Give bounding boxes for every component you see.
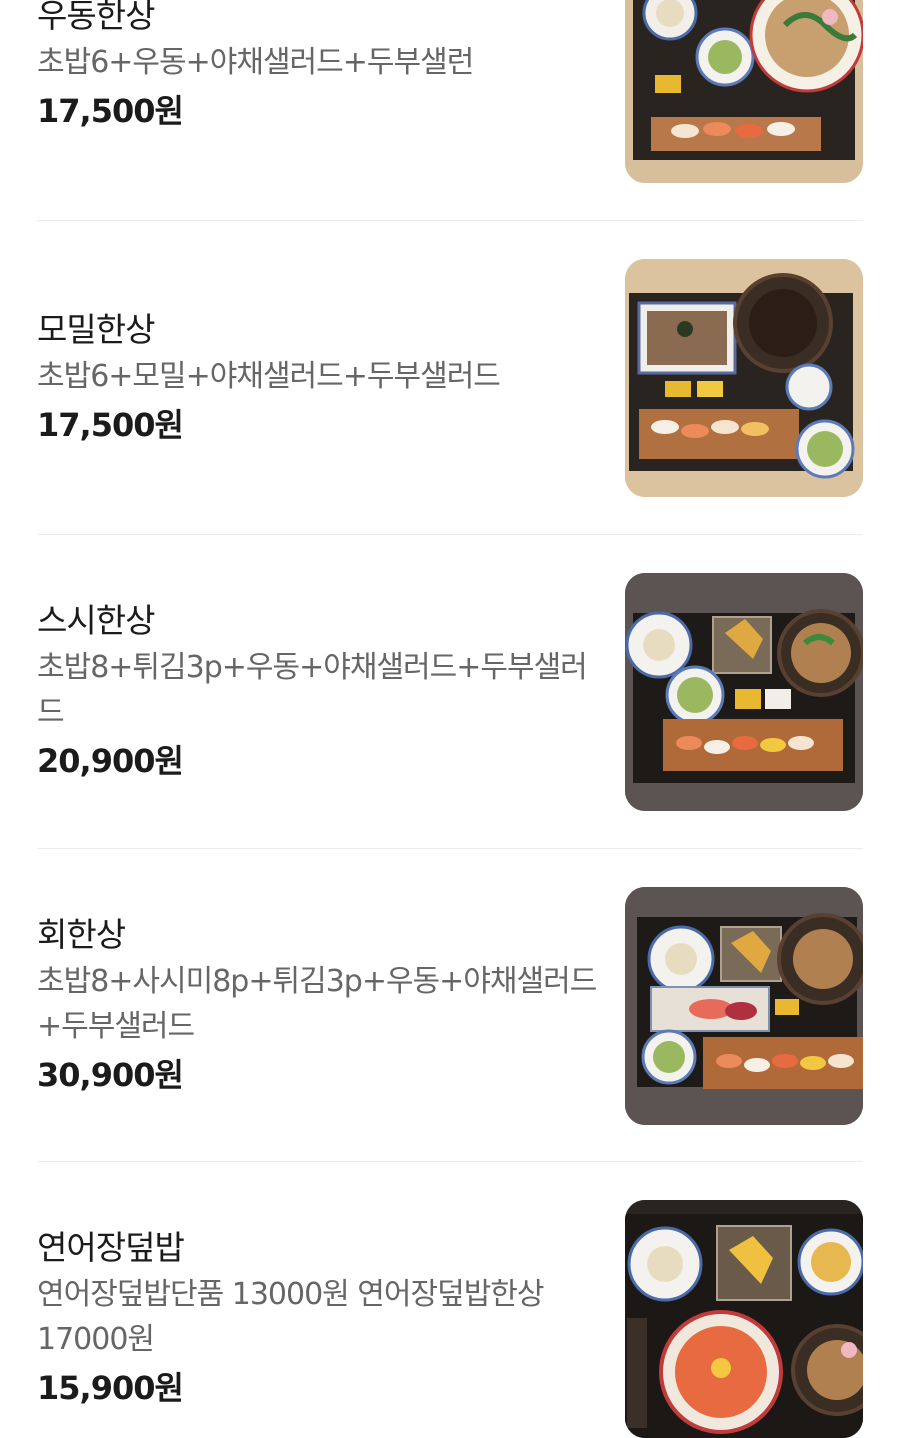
divider (37, 1161, 863, 1162)
menu-item-text: 회한상 초밥8+사시미8p+튀김3p+우동+야채샐러드+두부샐러드 30,900… (37, 887, 597, 1125)
menu-item-name: 연어장덮밥 (37, 1228, 185, 1267)
divider (37, 534, 863, 535)
menu-item-name: 스시한상 (37, 601, 155, 640)
menu-item-sushi-set[interactable]: 스시한상 초밥8+튀김3p+우동+야채샐러드+두부샐러드 20,900원 (37, 573, 863, 811)
menu-item-text: 우동한상 초밥6+우동+야채샐러드+두부샐런 17,500원 (37, 0, 597, 183)
menu-item-price: 17,500원 (37, 91, 184, 130)
divider (37, 848, 863, 849)
menu-item-photo (625, 887, 863, 1125)
menu-item-name: 회한상 (37, 915, 126, 954)
menu-item-description: 초밥6+모밀+야채샐러드+두부샐러드 (37, 358, 501, 394)
menu-item-description: 초밥8+사시미8p+튀김3p+우동+야채샐러드+두부샐러드 (37, 964, 597, 1044)
menu-item-photo (625, 573, 863, 811)
menu-item-photo (625, 1200, 863, 1438)
menu-item-text: 연어장덮밥 연어장덮밥단품 13000원 연어장덮밥한상 17000원 15,9… (37, 1200, 597, 1438)
menu-item-soba-set[interactable]: 모밀한상 초밥6+모밀+야채샐러드+두부샐러드 17,500원 (37, 259, 863, 497)
menu-item-text: 모밀한상 초밥6+모밀+야채샐러드+두부샐러드 17,500원 (37, 259, 597, 497)
menu-item-price: 17,500원 (37, 405, 184, 444)
menu-item-description: 연어장덮밥단품 13000원 연어장덮밥한상 17000원 (37, 1277, 545, 1357)
menu-item-description: 초밥6+우동+야채샐러드+두부샐런 (37, 44, 474, 80)
menu-item-salmon-bowl[interactable]: 연어장덮밥 연어장덮밥단품 13000원 연어장덮밥한상 17000원 15,9… (37, 1200, 863, 1438)
menu-item-photo (625, 259, 863, 497)
menu-item-text: 스시한상 초밥8+튀김3p+우동+야채샐러드+두부샐러드 20,900원 (37, 573, 597, 811)
menu-item-name: 우동한상 (37, 0, 155, 35)
divider (37, 220, 863, 221)
menu-item-description: 초밥8+튀김3p+우동+야채샐러드+두부샐러드 (37, 650, 588, 730)
menu-item-photo (625, 0, 863, 183)
menu-item-sashimi-set[interactable]: 회한상 초밥8+사시미8p+튀김3p+우동+야채샐러드+두부샐러드 30,900… (37, 887, 863, 1125)
menu-item-price: 30,900원 (37, 1056, 184, 1094)
menu-item-name: 모밀한상 (37, 309, 155, 349)
menu-item-udon-set[interactable]: 우동한상 초밥6+우동+야채샐러드+두부샐런 17,500원 (37, 0, 863, 183)
menu-item-price: 15,900원 (37, 1369, 184, 1407)
menu-item-price: 20,900원 (37, 742, 184, 780)
